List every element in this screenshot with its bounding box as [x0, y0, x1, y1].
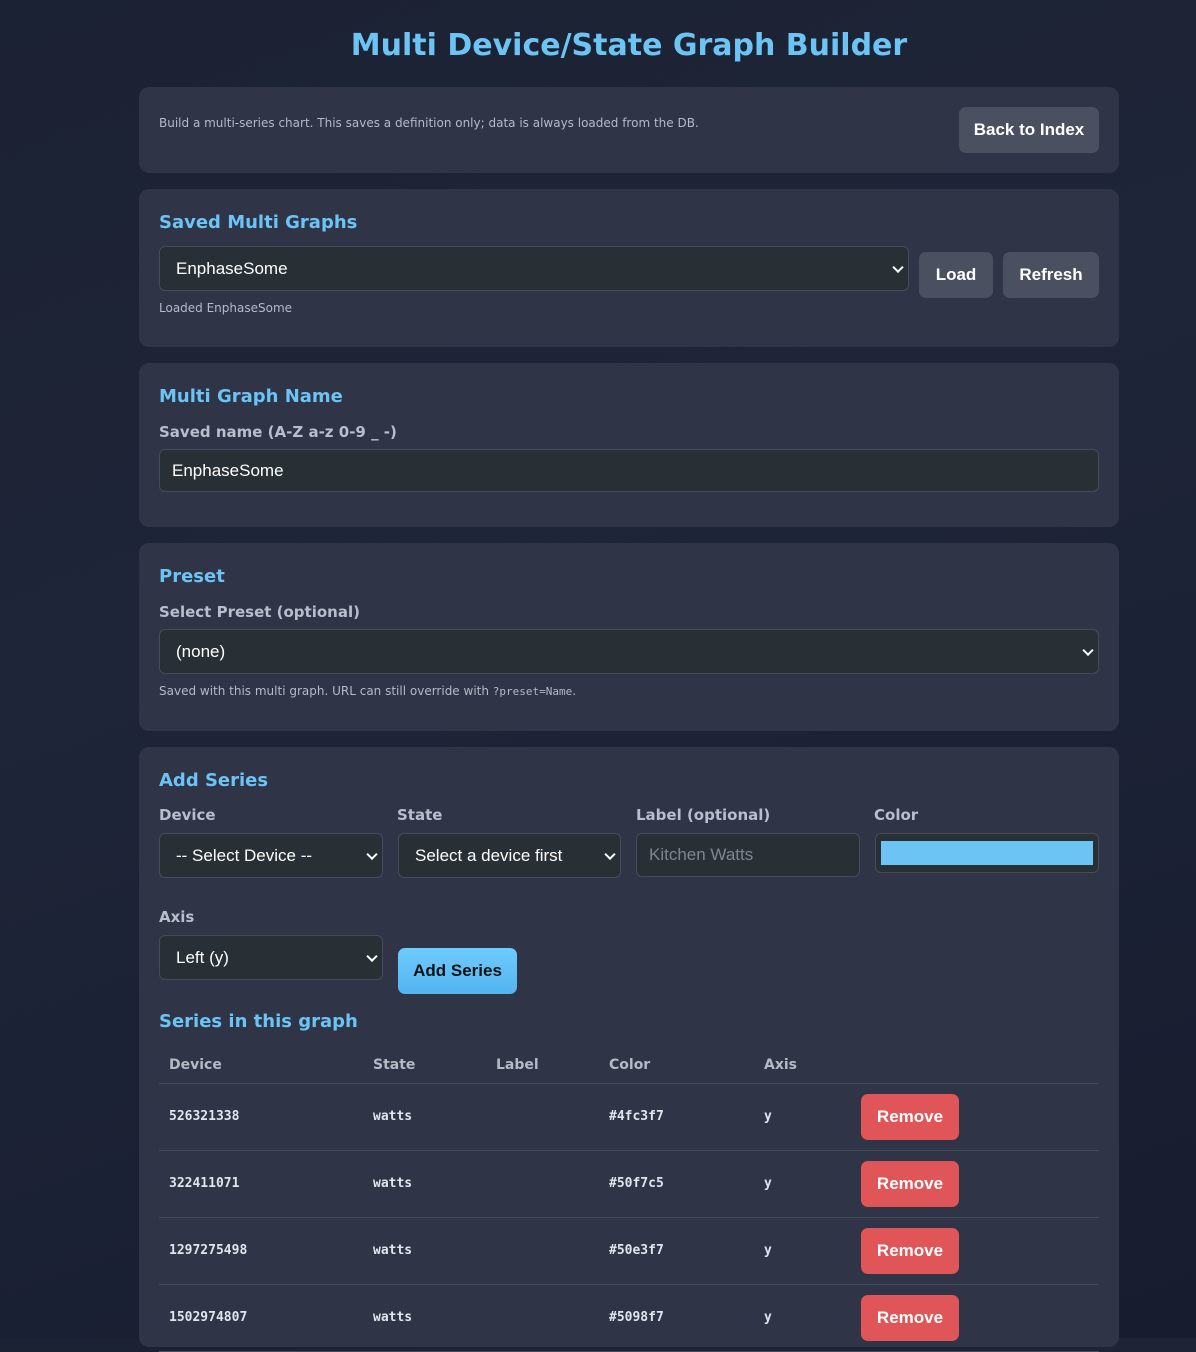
state-label: State — [397, 806, 443, 824]
load-button[interactable]: Load — [919, 252, 993, 298]
state-select-value: Select a device first — [415, 845, 563, 865]
remove-button[interactable]: Remove — [861, 1160, 959, 1207]
table-row: 1502974807 watts #5098f7 y Remove — [159, 1284, 1099, 1352]
series-label-placeholder: Kitchen Watts — [649, 845, 754, 864]
preset-hint: Saved with this multi graph. URL can sti… — [159, 684, 576, 698]
cell-actions: Remove — [851, 1217, 1099, 1285]
remove-button[interactable]: Remove — [861, 1227, 959, 1274]
preset-hint-suffix: . — [572, 684, 577, 698]
graph-name-card: Multi Graph Name Saved name (A-Z a-z 0-9… — [139, 363, 1119, 527]
cell-state: watts — [363, 1150, 486, 1218]
cell-axis: y — [754, 1284, 851, 1352]
chevron-down-icon — [366, 848, 378, 860]
cell-color: #50e3f7 — [599, 1217, 754, 1285]
series-table: Device State Label Color Axis 526321338 … — [159, 1047, 1099, 1352]
preset-card: Preset Select Preset (optional) (none) S… — [139, 543, 1119, 731]
axis-select-value: Left (y) — [176, 947, 229, 967]
column-header-axis: Axis — [754, 1047, 851, 1084]
chevron-down-icon — [892, 261, 904, 273]
device-select[interactable]: -- Select Device -- — [159, 833, 383, 878]
color-swatch — [881, 841, 1093, 865]
chevron-down-icon — [604, 848, 616, 860]
column-header-device: Device — [159, 1047, 363, 1084]
cell-color: #5098f7 — [599, 1284, 754, 1352]
add-series-button[interactable]: Add Series — [398, 948, 517, 994]
cell-device: 322411071 — [159, 1150, 363, 1218]
saved-name-input[interactable]: EnphaseSome — [159, 449, 1099, 492]
state-select[interactable]: Select a device first — [398, 833, 621, 878]
cell-actions: Remove — [851, 1150, 1099, 1218]
cell-label — [486, 1150, 599, 1218]
saved-graph-select[interactable]: EnphaseSome — [159, 246, 909, 291]
cell-state: watts — [363, 1217, 486, 1285]
saved-graph-select-value: EnphaseSome — [176, 258, 288, 278]
series-table-heading: Series in this graph — [159, 1011, 358, 1032]
saved-status-text: Loaded EnphaseSome — [159, 301, 293, 315]
page-title: Multi Device/State Graph Builder — [350, 28, 908, 63]
preset-select[interactable]: (none) — [159, 629, 1099, 674]
intro-description: Build a multi-series chart. This saves a… — [159, 116, 699, 130]
cell-state: watts — [363, 1083, 486, 1151]
preset-hint-text: Saved with this multi graph. URL can sti… — [159, 684, 493, 698]
refresh-button[interactable]: Refresh — [1003, 252, 1099, 298]
remove-button[interactable]: Remove — [861, 1093, 959, 1140]
intro-card: Build a multi-series chart. This saves a… — [139, 87, 1119, 173]
cell-color: #50f7c5 — [599, 1150, 754, 1218]
cell-label — [486, 1083, 599, 1151]
saved-name-value: EnphaseSome — [172, 460, 284, 480]
add-series-heading: Add Series — [159, 770, 269, 791]
cell-axis: y — [754, 1217, 851, 1285]
cell-color: #4fc3f7 — [599, 1083, 754, 1151]
preset-select-value: (none) — [176, 641, 226, 661]
cell-label — [486, 1217, 599, 1285]
preset-heading: Preset — [159, 566, 225, 587]
add-series-card: Add Series Device -- Select Device -- St… — [139, 747, 1119, 1352]
cell-device: 1297275498 — [159, 1217, 363, 1285]
cell-axis: y — [754, 1150, 851, 1218]
column-header-state: State — [363, 1047, 486, 1084]
preset-hint-code: ?preset=Name — [492, 685, 573, 698]
table-row: 322411071 watts #50f7c5 y Remove — [159, 1150, 1099, 1218]
device-label: Device — [159, 806, 216, 824]
cell-actions: Remove — [851, 1083, 1099, 1151]
cell-state: watts — [363, 1284, 486, 1352]
chevron-down-icon — [366, 950, 378, 962]
saved-name-label: Saved name (A-Z a-z 0-9 _ -) — [159, 423, 397, 441]
table-row: 526321338 watts #4fc3f7 y Remove — [159, 1083, 1099, 1151]
color-label: Color — [874, 806, 919, 824]
cell-device: 526321338 — [159, 1083, 363, 1151]
column-header-color: Color — [599, 1047, 754, 1084]
column-header-actions — [851, 1047, 1099, 1084]
axis-select[interactable]: Left (y) — [159, 935, 383, 980]
saved-graphs-heading: Saved Multi Graphs — [159, 212, 358, 233]
axis-label: Axis — [159, 908, 195, 926]
series-label-label: Label (optional) — [636, 806, 771, 824]
cell-axis: y — [754, 1083, 851, 1151]
graph-name-heading: Multi Graph Name — [159, 386, 343, 407]
cell-device: 1502974807 — [159, 1284, 363, 1352]
table-row: 1297275498 watts #50e3f7 y Remove — [159, 1217, 1099, 1285]
cell-label — [486, 1284, 599, 1352]
cell-actions: Remove — [851, 1284, 1099, 1352]
saved-graphs-card: Saved Multi Graphs EnphaseSome Load Refr… — [139, 189, 1119, 347]
color-picker[interactable] — [875, 833, 1099, 873]
back-to-index-button[interactable]: Back to Index — [959, 107, 1099, 153]
remove-button[interactable]: Remove — [861, 1294, 959, 1341]
preset-select-label: Select Preset (optional) — [159, 603, 360, 621]
column-header-label: Label — [486, 1047, 599, 1084]
series-label-input[interactable]: Kitchen Watts — [636, 833, 860, 877]
device-select-value: -- Select Device -- — [176, 845, 313, 865]
chevron-down-icon — [1082, 644, 1094, 656]
series-table-header-row: Device State Label Color Axis — [159, 1047, 1099, 1084]
